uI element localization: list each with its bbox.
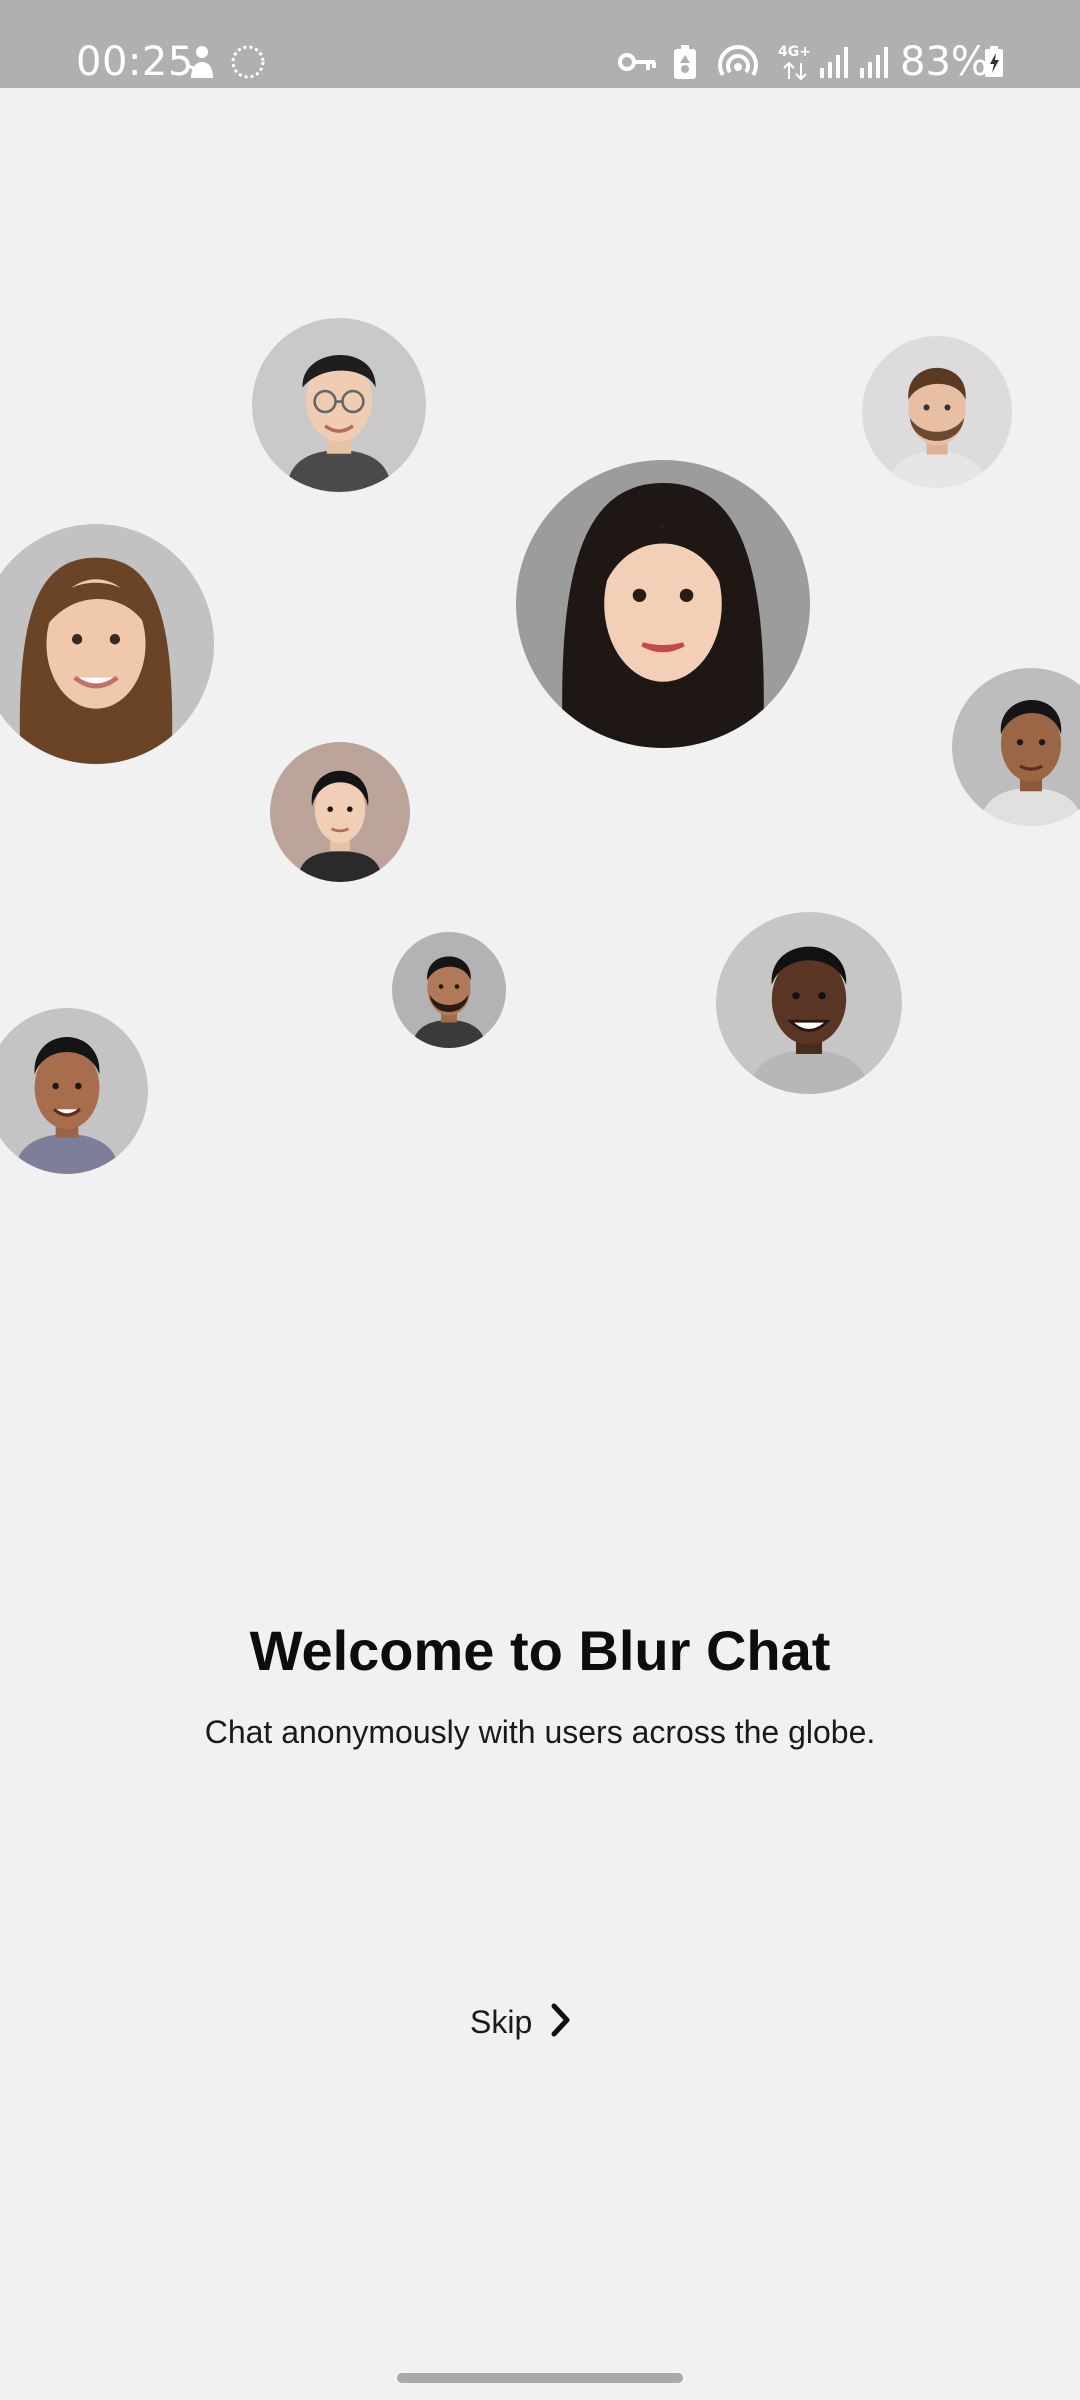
battery-saver-icon bbox=[670, 40, 700, 84]
battery-percent: 83% bbox=[900, 39, 989, 85]
network-data-icon bbox=[780, 60, 810, 82]
avatar-man-beard bbox=[862, 336, 1012, 488]
skip-button[interactable]: Skip bbox=[470, 1992, 610, 2052]
avatar-woman-short-hair bbox=[270, 742, 410, 882]
avatar-man-small-beard bbox=[392, 932, 506, 1048]
avatar-woman-brown-hair bbox=[0, 524, 214, 764]
network-type-label: 4G+ bbox=[778, 44, 811, 60]
vpn-key-icon bbox=[616, 40, 660, 84]
status-time: 00:25 bbox=[76, 39, 194, 85]
skip-label: Skip bbox=[470, 2003, 533, 2040]
battery-charging-icon bbox=[982, 40, 1006, 84]
hotspot-icon bbox=[716, 40, 760, 84]
home-indicator[interactable] bbox=[397, 2373, 683, 2383]
notification-icon bbox=[186, 40, 216, 84]
signal-icon bbox=[858, 40, 890, 84]
avatar-woman-dark-hair bbox=[516, 460, 810, 748]
welcome-title: Welcome to Blur Chat bbox=[249, 1619, 831, 1682]
signal-icon bbox=[818, 40, 850, 84]
status-bar: 00:25 4G+ 83% bbox=[0, 0, 1080, 88]
chevron-right-icon bbox=[550, 2003, 572, 2042]
welcome-subtitle: Chat anonymously with users across the g… bbox=[204, 1714, 876, 1750]
avatar-young-man-right bbox=[952, 668, 1080, 826]
avatar-man-glasses bbox=[252, 318, 426, 492]
avatar-man-left bbox=[0, 1008, 148, 1174]
avatar-man-smiling bbox=[716, 912, 902, 1094]
sync-icon bbox=[228, 40, 268, 84]
